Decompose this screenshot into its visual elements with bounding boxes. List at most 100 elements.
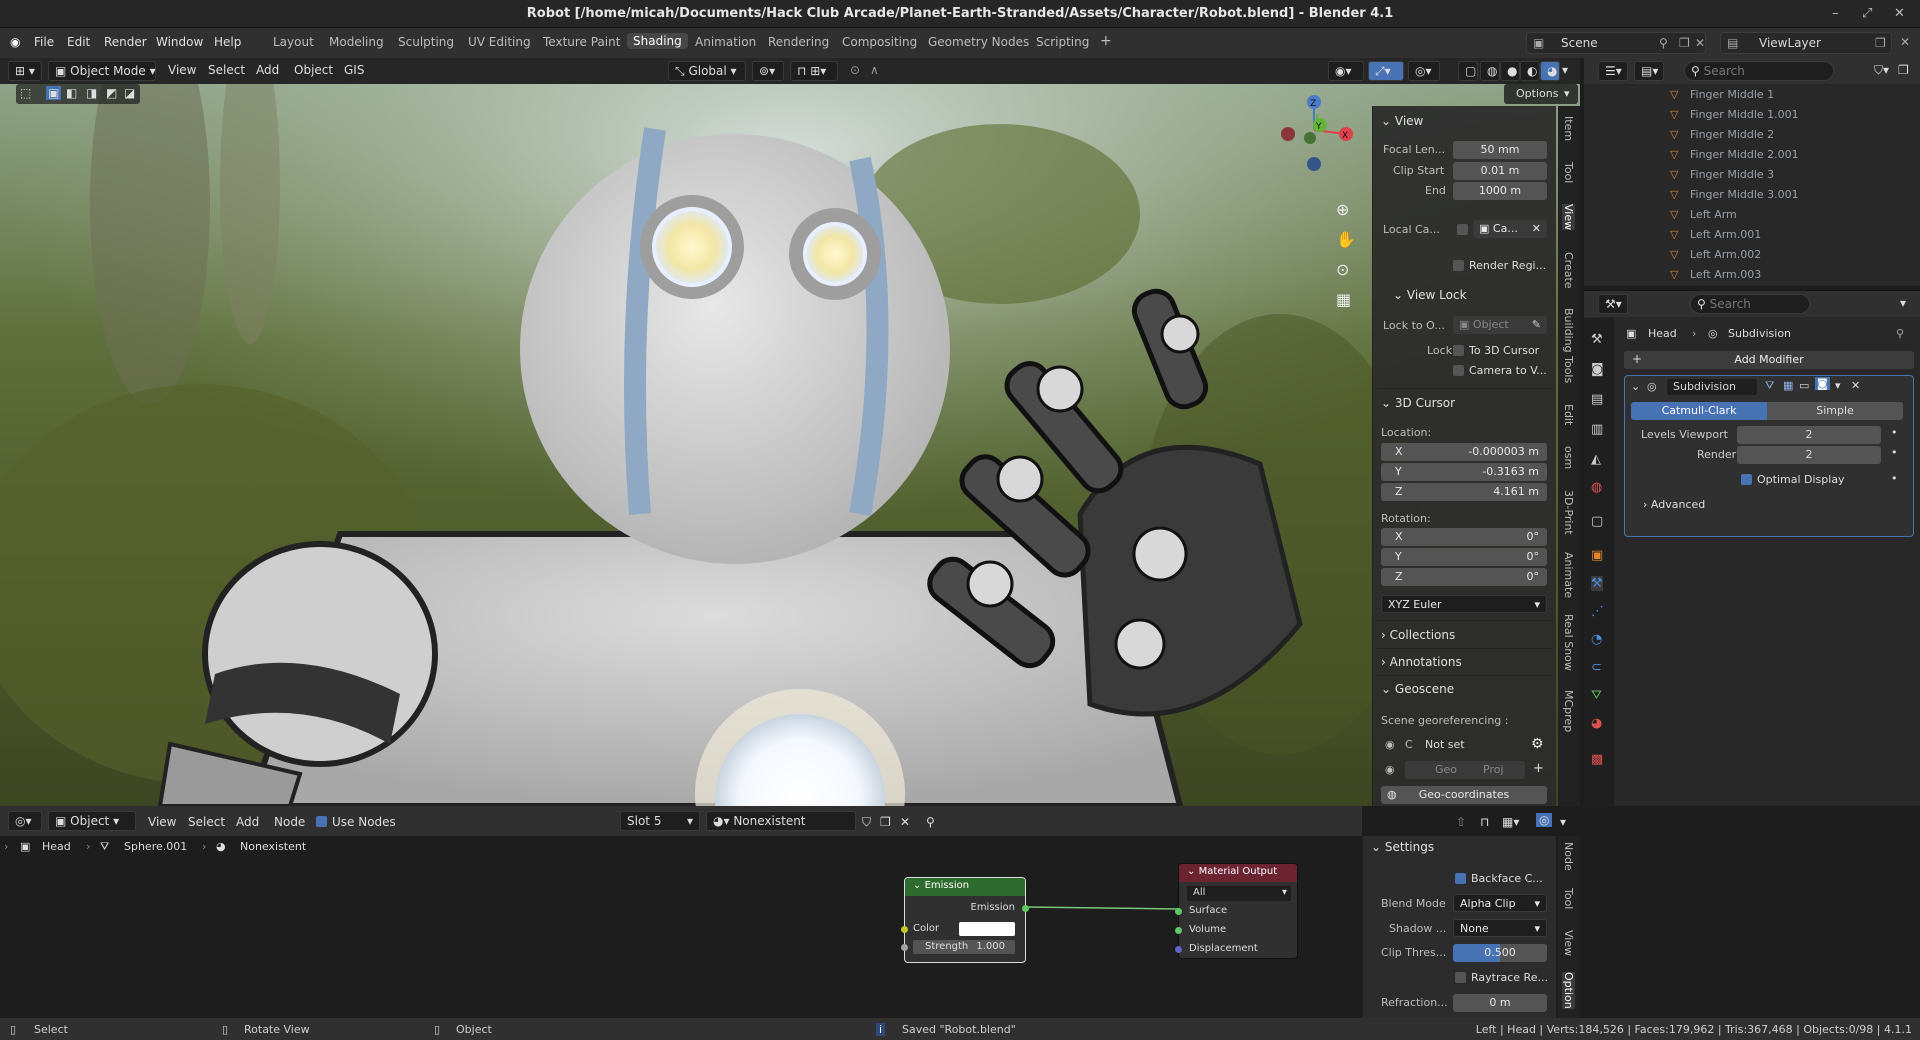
use-nodes-checkbox[interactable]: [316, 816, 327, 827]
node-menu-add[interactable]: Add: [236, 815, 259, 829]
select-box-icon[interactable]: ⬚: [20, 86, 31, 100]
material-preview-button[interactable]: ◐: [1520, 61, 1540, 81]
snap-toggle[interactable]: ⊓ ⊞▾: [790, 61, 838, 81]
minimize-icon[interactable]: –: [1832, 6, 1839, 21]
mode-extend-icon[interactable]: ◧: [66, 86, 77, 100]
xray-toggle[interactable]: ▢: [1458, 61, 1478, 81]
tab-mcprep[interactable]: MCprep: [1562, 690, 1575, 732]
constraints-tab-icon[interactable]: ⊂: [1591, 660, 1602, 675]
simple-button[interactable]: Simple: [1767, 402, 1903, 420]
tab-real-snow[interactable]: Real Snow: [1562, 614, 1575, 671]
node-menu-node[interactable]: Node: [274, 815, 305, 829]
outliner-item[interactable]: Finger Middle 3: [1690, 168, 1774, 181]
node-canvas[interactable]: ⌄ Emission Emission Color Strength 1.000 …: [0, 858, 1362, 1018]
tab-create[interactable]: Create: [1562, 252, 1575, 289]
rendered-shading-button[interactable]: ◕: [1540, 61, 1560, 81]
material-output-node-header[interactable]: ⌄ Material Output: [1179, 864, 1297, 882]
clear-icon[interactable]: ✕: [1532, 222, 1541, 235]
options-dropdown[interactable]: Options ▾: [1504, 84, 1578, 104]
scene-selector[interactable]: ▣ Scene ⚲ ❐ ✕: [1526, 32, 1706, 54]
unlink-material-icon[interactable]: ✕: [900, 815, 910, 829]
menu-edit[interactable]: Edit: [67, 35, 90, 49]
viewport-menu-add[interactable]: Add: [256, 63, 279, 77]
properties-search-field[interactable]: ⚲ Search: [1690, 294, 1810, 314]
keyframe-dot-icon[interactable]: •: [1891, 426, 1898, 439]
backface-culling-checkbox[interactable]: [1455, 873, 1466, 884]
tab-node-view[interactable]: View: [1562, 930, 1575, 956]
tab-osm[interactable]: osm: [1562, 446, 1575, 469]
mode-subtract-icon[interactable]: ◨: [86, 86, 97, 100]
gizmo-toggle[interactable]: ⤢▾: [1368, 61, 1404, 81]
target-dropdown[interactable]: All ▾: [1187, 886, 1291, 901]
local-camera-field[interactable]: ▣ Ca... ✕: [1473, 220, 1547, 238]
pin-icon[interactable]: ⚲: [1659, 36, 1668, 50]
snap-target-icon[interactable]: ▦▾: [1502, 815, 1519, 829]
geo-coordinates-button[interactable]: ◍ Geo-coordinates: [1381, 786, 1547, 804]
modifier-name-field[interactable]: Subdivision: [1667, 379, 1757, 395]
tab-3d-print[interactable]: 3D-Print: [1562, 490, 1575, 535]
new-view-layer-icon[interactable]: ❐: [1875, 36, 1886, 50]
pin-icon[interactable]: ⚲: [926, 815, 935, 829]
outliner-item[interactable]: Finger Middle 1.001: [1690, 108, 1799, 121]
catmull-clark-button[interactable]: Catmull-Clark: [1631, 402, 1767, 420]
strength-input-socket[interactable]: [901, 944, 908, 951]
menu-file[interactable]: File: [34, 35, 54, 49]
rotation-z-field[interactable]: Z 0°: [1381, 568, 1547, 586]
focal-length-field[interactable]: 50 mm: [1453, 141, 1547, 159]
outliner-item[interactable]: Finger Middle 3.001: [1690, 188, 1799, 201]
new-scene-icon[interactable]: ❐: [1679, 36, 1690, 50]
outliner-search-field[interactable]: ⚲ Search: [1684, 61, 1834, 81]
material-output-node[interactable]: ⌄ Material Output All ▾ Surface Volume Di…: [1175, 863, 1298, 959]
cursor-y-field[interactable]: Y -0.3163 m: [1381, 463, 1547, 481]
shadow-mode-dropdown[interactable]: None ▾: [1453, 919, 1547, 937]
filter-icon[interactable]: ⛉▾: [1874, 63, 1889, 78]
advanced-subpanel-header[interactable]: › Advanced: [1643, 498, 1705, 511]
render-toggle-icon[interactable]: ◙: [1815, 377, 1830, 390]
tab-options[interactable]: Option: [1562, 972, 1575, 1009]
tab-edit[interactable]: Edit: [1562, 404, 1575, 425]
geoscene-panel-header[interactable]: ⌄ Geoscene: [1381, 682, 1454, 696]
outliner-item[interactable]: Finger Middle 1: [1690, 88, 1774, 101]
render-region-checkbox[interactable]: [1453, 260, 1464, 271]
tab-modeling[interactable]: Modeling: [329, 35, 384, 49]
snap-icon[interactable]: ⊓: [1480, 815, 1489, 829]
close-icon[interactable]: ✕: [1894, 6, 1905, 21]
to-3d-cursor-checkbox[interactable]: [1453, 345, 1464, 356]
texture-tab-icon[interactable]: ▩: [1591, 752, 1603, 767]
view-panel-header[interactable]: ⌄ View: [1381, 114, 1423, 128]
scene-tab-icon[interactable]: ◭: [1591, 452, 1601, 467]
keyframe-dot-icon[interactable]: •: [1891, 446, 1898, 459]
tool-tab-icon[interactable]: ⚒: [1591, 332, 1603, 347]
cursor-panel-header[interactable]: ⌄ 3D Cursor: [1381, 396, 1455, 410]
rotation-y-field[interactable]: Y 0°: [1381, 548, 1547, 566]
view-layer-selector[interactable]: ▤ ViewLayer ❐: [1720, 32, 1892, 54]
surface-input-socket[interactable]: [1175, 908, 1182, 915]
close-icon[interactable]: ✕: [1851, 379, 1860, 392]
node-menu-view[interactable]: View: [148, 815, 176, 829]
grid-perspective-icon[interactable]: ▦: [1336, 290, 1351, 309]
color-swatch[interactable]: [959, 922, 1015, 936]
lock-to-object-field[interactable]: ▣ Object ✎: [1453, 316, 1547, 334]
overlay-toggle[interactable]: ◎▾: [1408, 61, 1440, 81]
tab-building-tools[interactable]: Building Tools: [1562, 308, 1575, 383]
cursor-z-field[interactable]: Z 4.161 m: [1381, 483, 1547, 501]
pivot-dropdown[interactable]: ⊚▾: [752, 61, 784, 81]
tab-shading[interactable]: Shading: [627, 33, 688, 49]
shader-type-dropdown[interactable]: ▣ Object ▾: [48, 811, 136, 831]
add-workspace-icon[interactable]: +: [1100, 33, 1112, 49]
view-layer-tab-icon[interactable]: ▥: [1591, 422, 1603, 437]
shading-options-icon[interactable]: ▾: [1562, 63, 1568, 77]
chevron-down-icon[interactable]: ▾: [1900, 296, 1906, 310]
orientation-dropdown[interactable]: ⤡ Global ▾: [668, 61, 746, 81]
viewport-menu-object[interactable]: Object: [294, 63, 333, 77]
chevron-down-icon[interactable]: ⌄: [1631, 380, 1640, 393]
outliner-item[interactable]: Finger Middle 2: [1690, 128, 1774, 141]
radio-icon[interactable]: ◉: [1385, 763, 1395, 776]
material-tab-icon[interactable]: ◕: [1591, 716, 1602, 731]
viewport-menu-select[interactable]: Select: [208, 63, 245, 77]
render-tab-icon[interactable]: ◙: [1591, 362, 1604, 377]
object-tab-icon[interactable]: ▣: [1591, 548, 1603, 563]
node-menu-select[interactable]: Select: [188, 815, 225, 829]
overlay-toggle-icon[interactable]: ◎: [1536, 813, 1553, 827]
editor-type-dropdown[interactable]: ◎▾: [8, 811, 42, 831]
